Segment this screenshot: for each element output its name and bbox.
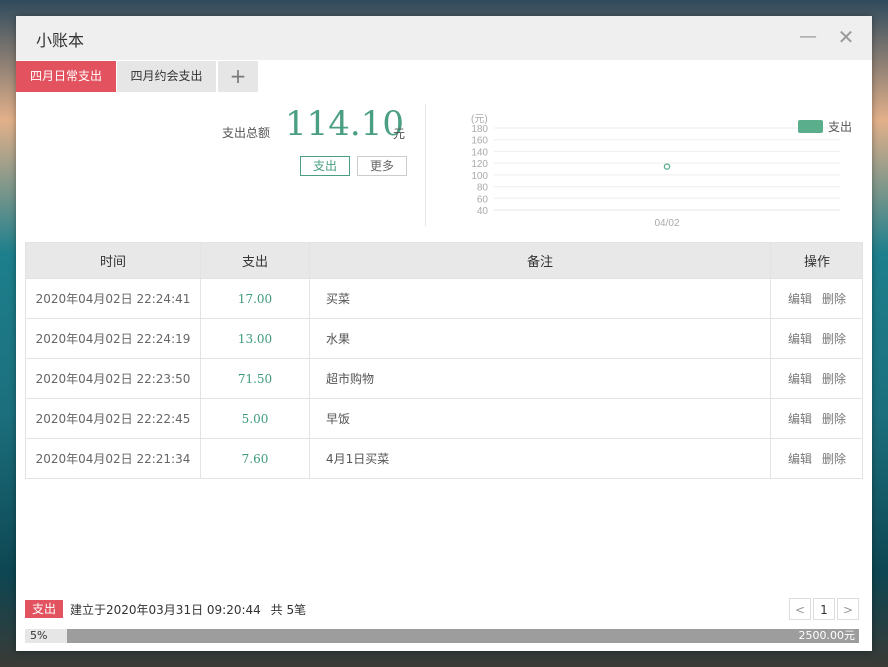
legend-label: 支出 (828, 120, 852, 134)
legend-swatch (798, 120, 823, 133)
table-row: 2020年04月02日 22:23:50 71.50 超市购物 编辑 删除 (26, 359, 862, 399)
row-note: 水果 (310, 319, 771, 358)
row-amount: 7.60 (201, 439, 310, 478)
records-table: 时间 支出 备注 操作 2020年04月02日 22:24:41 17.00 买… (25, 242, 863, 479)
total-label: 支出总额 (222, 126, 271, 140)
edit-link[interactable]: 编辑 (788, 290, 812, 307)
edit-link[interactable]: 编辑 (788, 370, 812, 387)
row-amount: 5.00 (201, 399, 310, 438)
delete-link[interactable]: 删除 (822, 330, 846, 347)
row-time: 2020年04月02日 22:22:45 (26, 399, 201, 438)
y-tick-label: 80 (477, 183, 489, 194)
app-window: 小账本 — ✕ 四月日常支出 四月约会支出 + 支出总额 114.10 元 支出… (16, 16, 872, 651)
row-ops: 编辑 删除 (772, 279, 862, 318)
table-row: 2020年04月02日 22:22:45 5.00 早饭 编辑 删除 (26, 399, 862, 439)
row-ops: 编辑 删除 (772, 399, 862, 438)
row-note: 超市购物 (310, 359, 771, 398)
row-note: 买菜 (310, 279, 771, 318)
record-count: 共 5笔 (270, 603, 307, 617)
row-time: 2020年04月02日 22:24:41 (26, 279, 201, 318)
data-point (663, 163, 671, 170)
budget-total: 2500.00元 (798, 629, 856, 642)
row-amount: 71.50 (201, 359, 310, 398)
page-number[interactable]: 1 (813, 598, 835, 620)
header-amount: 支出 (201, 243, 310, 278)
row-note: 早饭 (310, 399, 771, 438)
footer-info: 建立于2020年03月31日 09:20:44 共 5笔 (70, 601, 306, 618)
expense-chart: (元)18016014012010080604004/02支出 (471, 114, 852, 229)
y-tick-label: 60 (477, 194, 489, 205)
row-time: 2020年04月02日 22:23:50 (26, 359, 201, 398)
row-ops: 编辑 删除 (772, 319, 862, 358)
app-title: 小账本 (36, 31, 85, 50)
next-page-button[interactable]: > (837, 598, 859, 620)
row-time: 2020年04月02日 22:24:19 (26, 319, 201, 358)
row-note: 4月1日买菜 (310, 439, 771, 478)
budget-percent: 5% (30, 629, 48, 642)
minimize-icon: — (799, 26, 817, 47)
more-button[interactable]: 更多 (357, 156, 407, 176)
row-ops: 编辑 删除 (772, 439, 862, 478)
delete-link[interactable]: 删除 (822, 370, 846, 387)
budget-progress-bar: 5% 2500.00元 (25, 629, 859, 643)
table-row: 2020年04月02日 22:24:19 13.00 水果 编辑 删除 (26, 319, 862, 359)
created-at: 建立于2020年03月31日 09:20:44 (70, 603, 261, 617)
total-value: 114.10 (285, 104, 404, 144)
add-tab-button[interactable]: + (218, 61, 258, 92)
type-badge: 支出 (25, 600, 63, 618)
minimize-button[interactable]: — (797, 26, 819, 48)
table-header: 时间 支出 备注 操作 (26, 243, 862, 279)
delete-link[interactable]: 删除 (822, 450, 846, 467)
title-bar: 小账本 — ✕ (16, 16, 872, 60)
y-tick-label: 140 (471, 147, 488, 158)
prev-page-button[interactable]: < (789, 598, 811, 620)
edit-link[interactable]: 编辑 (788, 450, 812, 467)
expense-button[interactable]: 支出 (300, 156, 350, 176)
plus-icon: + (229, 64, 247, 88)
row-ops: 编辑 删除 (772, 359, 862, 398)
x-tick-label: 04/02 (654, 218, 679, 229)
header-ops: 操作 (803, 255, 830, 270)
tab-april-daily[interactable]: 四月日常支出 (16, 61, 116, 92)
total-unit: 元 (393, 127, 406, 141)
y-tick-label: 40 (477, 206, 489, 217)
table-row: 2020年04月02日 22:21:34 7.60 4月1日买菜 编辑 删除 (26, 439, 862, 479)
delete-link[interactable]: 删除 (822, 290, 846, 307)
y-tick-label: 120 (471, 159, 488, 170)
row-time: 2020年04月02日 22:21:34 (26, 439, 201, 478)
header-time: 时间 (26, 243, 201, 278)
row-amount: 17.00 (201, 279, 310, 318)
edit-link[interactable]: 编辑 (788, 330, 812, 347)
header-note: 备注 (310, 243, 771, 278)
tab-april-dating[interactable]: 四月约会支出 (117, 61, 216, 92)
y-tick-label: 160 (471, 136, 488, 147)
table-row: 2020年04月02日 22:24:41 17.00 买菜 编辑 删除 (26, 279, 862, 319)
delete-link[interactable]: 删除 (822, 410, 846, 427)
row-amount: 13.00 (201, 319, 310, 358)
y-tick-label: 180 (471, 124, 488, 135)
close-icon: ✕ (837, 25, 855, 49)
close-button[interactable]: ✕ (835, 26, 857, 48)
edit-link[interactable]: 编辑 (788, 410, 812, 427)
divider (425, 104, 426, 226)
y-tick-label: 100 (471, 171, 488, 182)
